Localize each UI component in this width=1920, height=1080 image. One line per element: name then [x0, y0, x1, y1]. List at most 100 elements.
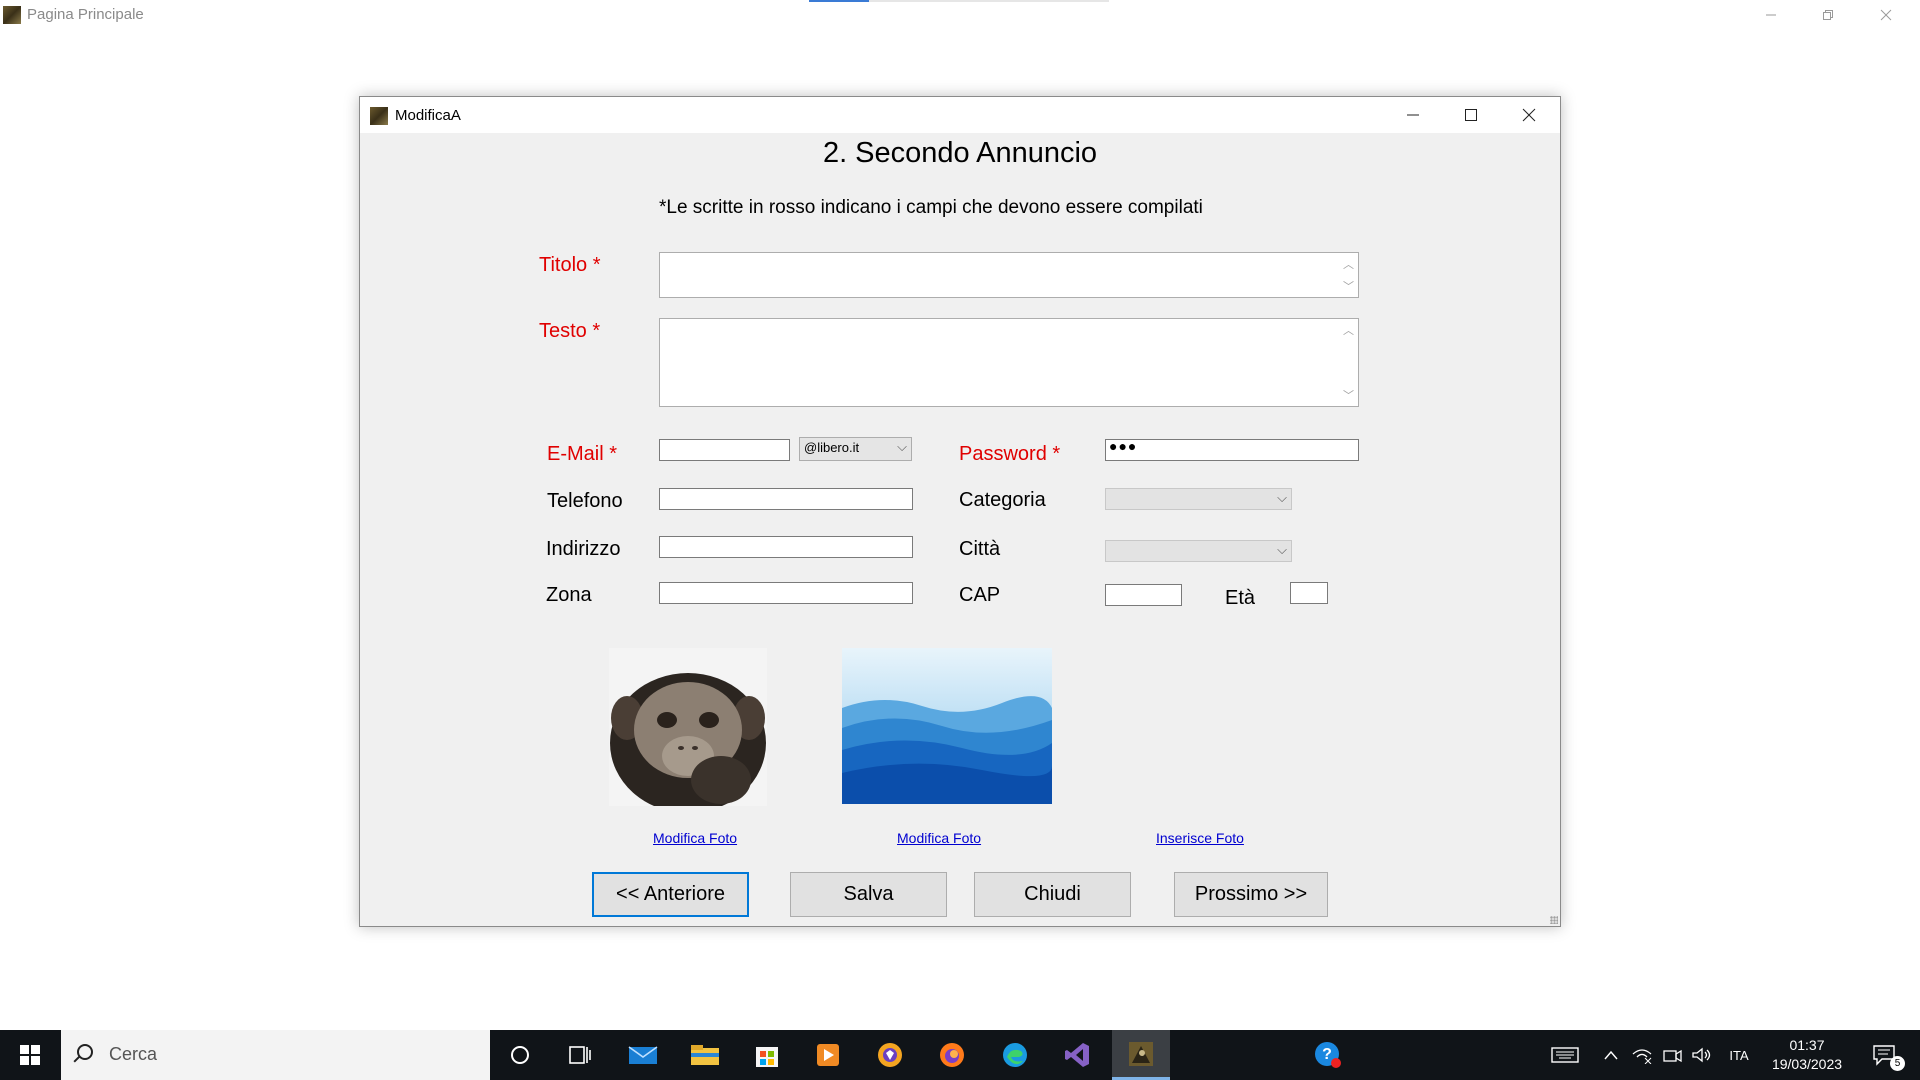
- dialog-minimize-button[interactable]: [1384, 97, 1442, 133]
- minimize-icon: [1407, 114, 1419, 116]
- testo-textarea[interactable]: ︿ ﹀: [659, 318, 1359, 407]
- dialog-heading: 2. Secondo Annuncio: [822, 137, 1098, 169]
- maximize-icon: [1465, 109, 1477, 121]
- app-icon: [370, 107, 388, 125]
- start-button[interactable]: [0, 1030, 60, 1080]
- indirizzo-input[interactable]: [659, 536, 913, 558]
- email-domain-select[interactable]: @libero.it ⌵: [799, 437, 912, 461]
- email-input[interactable]: [659, 439, 790, 461]
- password-input[interactable]: ●●●: [1105, 438, 1359, 461]
- modifica-dialog: ModificaA 2. Secondo Annuncio *Le scritt…: [359, 96, 1561, 927]
- close-icon: [1880, 9, 1892, 21]
- visual-studio-button[interactable]: [1049, 1030, 1105, 1080]
- previous-button[interactable]: << Anteriore: [592, 872, 749, 917]
- dialog-title: ModificaA: [395, 107, 461, 124]
- firefox-icon: [940, 1043, 964, 1067]
- resize-grip[interactable]: [1550, 916, 1558, 924]
- chevron-down-icon: ⌵: [897, 439, 907, 454]
- required-fields-note: *Le scritte in rosso indicano i campi ch…: [659, 197, 1203, 218]
- scroll-down-icon: ﹀: [1343, 390, 1354, 402]
- network-tray-button[interactable]: [1627, 1030, 1657, 1080]
- show-hidden-icons-button[interactable]: [1598, 1030, 1624, 1080]
- cortana-button[interactable]: [492, 1030, 548, 1080]
- app-icon: [1129, 1041, 1153, 1066]
- chevron-down-icon: ⌵: [1277, 542, 1287, 557]
- dialog-close-button[interactable]: [1500, 97, 1558, 133]
- media-player-button[interactable]: [800, 1030, 856, 1080]
- chimp-photo: [609, 648, 767, 806]
- main-window-title: Pagina Principale: [27, 6, 144, 23]
- password-label: Password *: [959, 443, 1061, 465]
- main-progress-bar: [809, 0, 1109, 2]
- restore-icon: [1823, 10, 1833, 20]
- mail-button[interactable]: [615, 1030, 671, 1080]
- telefono-label: Telefono: [547, 490, 623, 512]
- main-restore-button[interactable]: [1805, 0, 1851, 30]
- testo-label: Testo *: [539, 320, 601, 342]
- file-explorer-button[interactable]: [677, 1030, 733, 1080]
- volume-tray-button[interactable]: [1688, 1030, 1716, 1080]
- zona-label: Zona: [546, 584, 592, 606]
- svg-text:?: ?: [1322, 1046, 1332, 1063]
- photo-2: [842, 648, 1052, 804]
- keyboard-tray-button[interactable]: [1548, 1030, 1582, 1080]
- zona-input[interactable]: [659, 582, 913, 604]
- keyboard-icon: [1551, 1047, 1579, 1063]
- help-button[interactable]: ?: [1300, 1030, 1356, 1080]
- close-button[interactable]: Chiudi: [974, 872, 1131, 917]
- media-player-icon: [817, 1044, 839, 1066]
- firefox-button[interactable]: [924, 1030, 980, 1080]
- notification-count-badge: 5: [1890, 1056, 1905, 1071]
- save-button[interactable]: Salva: [790, 872, 947, 917]
- app-taskbar-button[interactable]: [1112, 1030, 1170, 1080]
- dialog-titlebar: ModificaA: [360, 97, 1560, 133]
- password-mask: ●●●: [1109, 438, 1138, 454]
- inserisce-foto-link[interactable]: Inserisce Foto: [1156, 830, 1244, 846]
- chevron-down-icon: ⌵: [1277, 490, 1287, 505]
- brave-button[interactable]: [862, 1030, 918, 1080]
- camera-icon: [1663, 1049, 1682, 1063]
- titolo-scrollbar[interactable]: ︿ ﹀: [1340, 254, 1357, 296]
- language-indicator[interactable]: ITA: [1722, 1030, 1756, 1080]
- telefono-input[interactable]: [659, 488, 913, 510]
- main-close-button[interactable]: [1863, 0, 1909, 30]
- taskbar: Cerca ? ITA 01:37 19/03/2023 5: [0, 1030, 1920, 1080]
- titolo-input[interactable]: ︿ ﹀: [659, 252, 1359, 298]
- scroll-down-icon: ﹀: [1343, 281, 1354, 293]
- dialog-maximize-button[interactable]: [1442, 97, 1500, 133]
- citta-select[interactable]: ⌵: [1105, 540, 1292, 562]
- store-button[interactable]: [739, 1030, 795, 1080]
- categoria-select[interactable]: ⌵: [1105, 488, 1292, 510]
- clock[interactable]: 01:37 19/03/2023: [1762, 1036, 1852, 1074]
- edge-icon: [1003, 1043, 1027, 1067]
- edge-button[interactable]: [987, 1030, 1043, 1080]
- titolo-label: Titolo *: [539, 254, 601, 276]
- task-view-button[interactable]: [552, 1030, 608, 1080]
- scroll-up-icon: ︿: [1343, 325, 1354, 337]
- modifica-foto-link-1[interactable]: Modifica Foto: [653, 830, 737, 846]
- help-icon: ?: [1315, 1042, 1341, 1068]
- eta-label: Età: [1225, 587, 1256, 609]
- file-explorer-icon: [691, 1045, 719, 1065]
- task-view-icon: [569, 1046, 591, 1064]
- eta-input[interactable]: [1290, 582, 1328, 604]
- cortana-icon: [511, 1046, 529, 1064]
- testo-scrollbar[interactable]: ︿ ﹀: [1340, 320, 1357, 405]
- taskbar-search-box[interactable]: Cerca: [61, 1030, 490, 1080]
- modifica-foto-link-2[interactable]: Modifica Foto: [897, 830, 981, 846]
- brave-icon: [878, 1043, 902, 1067]
- main-minimize-button[interactable]: [1748, 0, 1794, 30]
- mail-icon: [628, 1046, 658, 1064]
- meet-now-tray-button[interactable]: [1658, 1030, 1686, 1080]
- visual-studio-icon: [1065, 1043, 1089, 1067]
- clock-date: 19/03/2023: [1771, 1056, 1843, 1072]
- action-center-button[interactable]: [1864, 1030, 1904, 1080]
- app-icon: [3, 6, 21, 24]
- network-disconnected-icon: [1632, 1049, 1652, 1064]
- cap-input[interactable]: [1105, 584, 1182, 606]
- search-placeholder: Cerca: [109, 1044, 158, 1064]
- main-window-titlebar: Pagina Principale: [0, 0, 1920, 30]
- store-icon: [756, 1047, 778, 1067]
- next-button[interactable]: Prossimo >>: [1174, 872, 1328, 917]
- minimize-icon: [1766, 14, 1776, 16]
